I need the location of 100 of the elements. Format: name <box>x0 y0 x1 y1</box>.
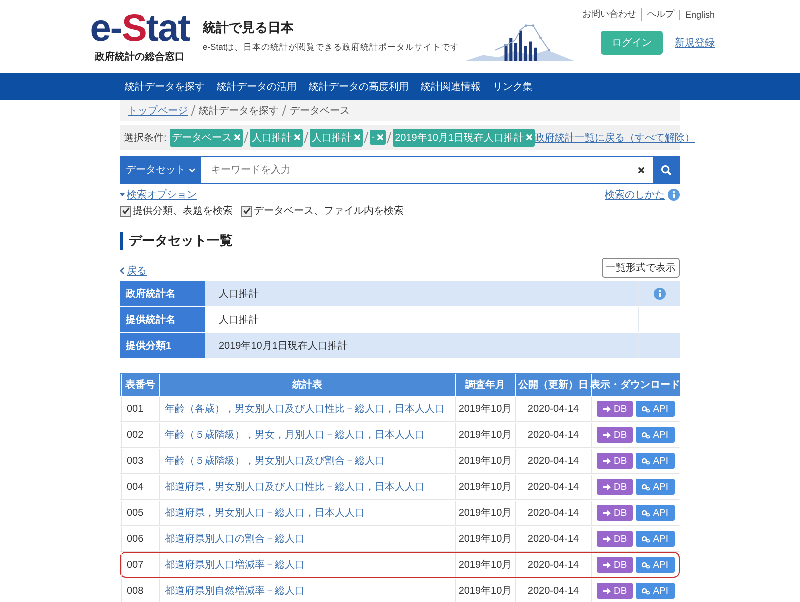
table-cell: 002 <box>121 423 159 447</box>
table-link[interactable]: 年齢（各歳），男女別人口及び人口性比－総人口，日本人人口 <box>159 397 455 421</box>
gears-icon <box>642 406 650 412</box>
gears-icon <box>642 458 650 464</box>
arrow-right-icon <box>603 484 611 490</box>
table-cell: 2019年10月 <box>455 553 515 577</box>
db-button[interactable]: DB <box>597 479 634 495</box>
db-button[interactable]: DB <box>597 453 634 469</box>
gears-icon <box>642 510 650 516</box>
logo-caption: 政府統計の総合窓口 <box>95 50 185 64</box>
table-cell: 2020-04-14 <box>515 475 591 499</box>
table-cell: 2019年10月 <box>455 579 515 602</box>
table-cell: 2019年10月 <box>455 449 515 473</box>
table-link[interactable]: 年齢（５歳階級），男女別人口及び割合－総人口 <box>159 449 455 473</box>
db-button[interactable]: DB <box>597 531 634 547</box>
checkbox-label: データベース、ファイル内を検索 <box>254 204 404 218</box>
breadcrumb-link[interactable]: トップページ <box>128 104 188 118</box>
table-link[interactable]: 都道府県別自然増減率－総人口 <box>159 579 455 602</box>
info-value: 人口推計 <box>205 281 638 307</box>
gears-icon <box>642 562 650 568</box>
arrow-right-icon <box>603 588 611 594</box>
list-view-button[interactable]: 一覧形式で表示 <box>602 258 680 278</box>
table-cell: 2020-04-14 <box>515 397 591 421</box>
db-button[interactable]: DB <box>597 401 634 417</box>
site-description: e-Statは、日本の統計が閲覧できる政府統計ポータルサイトです <box>203 42 460 54</box>
api-button[interactable]: API <box>636 479 675 495</box>
filter-label: 選択条件: <box>124 132 167 144</box>
arrow-right-icon <box>603 510 611 516</box>
login-button[interactable]: ログイン <box>601 31 663 55</box>
api-button[interactable]: API <box>636 453 675 469</box>
arrow-right-icon <box>603 458 611 464</box>
table-cell: 2020-04-14 <box>515 553 591 577</box>
column-header: 統計表 <box>159 374 455 396</box>
nav-item[interactable]: 統計データの高度利用 <box>304 80 414 94</box>
db-button[interactable]: DB <box>597 427 634 443</box>
header-link[interactable]: English <box>679 10 715 20</box>
filter-chip[interactable]: 人口推計 <box>310 128 363 146</box>
table-link[interactable]: 都道府県，男女別人口及び人口性比－総人口，日本人人口 <box>159 475 455 499</box>
header-link[interactable]: お問い合わせ <box>582 8 636 21</box>
table-cell: 005 <box>121 501 159 525</box>
register-link[interactable]: 新規登録 <box>675 36 715 50</box>
chevron-left-icon <box>120 267 125 275</box>
nav-item[interactable]: 統計データの活用 <box>212 80 302 94</box>
table-cell: 2020-04-14 <box>515 501 591 525</box>
table-cell: 2020-04-14 <box>515 579 591 602</box>
table-cell: 001 <box>121 397 159 421</box>
db-button[interactable]: DB <box>597 583 634 599</box>
nav-item[interactable]: 統計データを探す <box>120 80 210 94</box>
info-label: 提供統計名 <box>120 307 205 333</box>
info-icon <box>668 189 680 201</box>
gears-icon <box>642 484 650 490</box>
checkbox-label: 提供分類、表題を検索 <box>133 204 233 218</box>
db-button[interactable]: DB <box>597 557 634 573</box>
gears-icon <box>642 588 650 594</box>
api-button[interactable]: API <box>636 401 675 417</box>
table-cell: 2019年10月 <box>455 501 515 525</box>
table-cell: 003 <box>121 449 159 473</box>
api-button[interactable]: API <box>636 505 675 521</box>
api-button[interactable]: API <box>636 427 675 443</box>
api-button[interactable]: API <box>636 531 675 547</box>
filter-chip[interactable]: データベース <box>170 128 243 146</box>
search-options-toggle[interactable]: 検索オプション <box>120 188 197 202</box>
breadcrumb-item: データベース <box>290 104 350 118</box>
table-cell: 2019年10月 <box>455 423 515 447</box>
search-help-link[interactable]: 検索のしかた <box>605 188 665 202</box>
db-button[interactable]: DB <box>597 505 634 521</box>
nav-item[interactable]: 統計関連情報 <box>416 80 486 94</box>
table-cell: 007 <box>121 553 159 577</box>
table-link[interactable]: 都道府県別人口の割合－総人口 <box>159 527 455 551</box>
table-cell: 008 <box>121 579 159 602</box>
table-link[interactable]: 都道府県別人口増減率－総人口 <box>159 553 455 577</box>
gears-icon <box>642 432 650 438</box>
filter-chip[interactable]: 人口推計 <box>250 128 303 146</box>
site-logo[interactable]: e-Stat <box>90 9 190 49</box>
table-cell: 2020-04-14 <box>515 527 591 551</box>
table-cell: 006 <box>121 527 159 551</box>
info-cell <box>638 333 680 359</box>
back-link[interactable]: 戻る <box>120 264 147 278</box>
checkbox[interactable] <box>241 206 252 216</box>
info-label: 提供分類1 <box>120 333 205 359</box>
arrow-right-icon <box>603 562 611 568</box>
table-link[interactable]: 年齢（５歳階級），男女，月別人口－総人口，日本人人口 <box>159 423 455 447</box>
info-icon <box>654 288 666 300</box>
nav-item[interactable]: リンク集 <box>488 80 538 94</box>
arrow-right-icon <box>603 432 611 438</box>
filter-chip[interactable]: 2019年10月1日現在人口推計 <box>393 128 536 146</box>
checkmark-icon <box>242 207 250 215</box>
filter-chip[interactable]: - <box>370 130 386 145</box>
info-value: 2019年10月1日現在人口推計 <box>205 333 638 359</box>
column-header: 表番号 <box>121 374 159 396</box>
table-cell: 2019年10月 <box>455 475 515 499</box>
api-button[interactable]: API <box>636 583 675 599</box>
info-label: 政府統計名 <box>120 281 205 307</box>
api-button[interactable]: API <box>636 557 675 573</box>
breadcrumb-item: 統計データを探す <box>199 104 279 118</box>
clear-filters-link[interactable]: 政府統計一覧に戻る（すべて解除） <box>535 130 696 144</box>
section-title: データセット一覧 <box>120 232 233 250</box>
header-link[interactable]: ヘルプ <box>641 8 674 21</box>
table-link[interactable]: 都道府県，男女別人口－総人口，日本人人口 <box>159 501 455 525</box>
checkbox[interactable] <box>120 206 131 216</box>
